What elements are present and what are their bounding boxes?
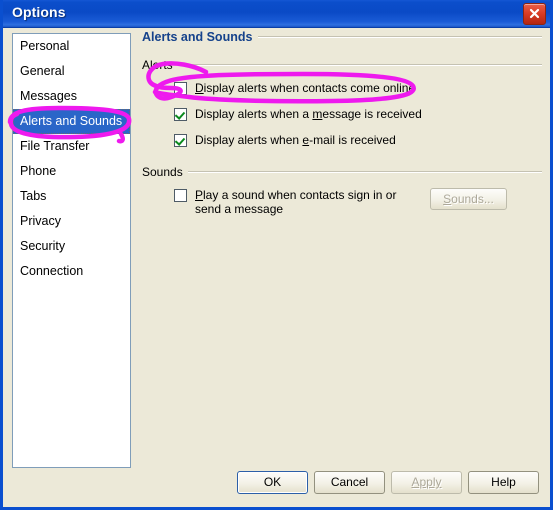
sidebar-item-label: Tabs: [20, 189, 47, 203]
sidebar-item-label: Privacy: [20, 214, 61, 228]
sidebar-item-messages[interactable]: Messages: [13, 84, 130, 109]
sidebar-item-security[interactable]: Security: [13, 234, 130, 259]
checkbox-label-message-received: Display alerts when a message is receive…: [195, 107, 422, 121]
checkbox-row-message-received[interactable]: Display alerts when a message is receive…: [174, 107, 542, 121]
sidebar-item-label: Messages: [20, 89, 77, 103]
sounds-group-header: Sounds: [142, 165, 542, 179]
sidebar-item-label: Security: [20, 239, 66, 253]
checkbox-label-play-sound: Play a sound when contacts sign in or se…: [195, 188, 397, 216]
sidebar-item-label: File Transfer: [20, 139, 90, 153]
checkbox-display-alerts-contacts-online[interactable]: [174, 82, 187, 95]
settings-pane: Alerts and Sounds Alerts Display alerts …: [142, 30, 542, 216]
sounds-group: Sounds Play a sound when contacts sign i…: [142, 165, 542, 216]
sidebar-item-connection[interactable]: Connection: [13, 259, 130, 284]
checkbox-label-contacts-online: Display alerts when contacts come online: [195, 81, 416, 95]
checkbox-display-alerts-email-received[interactable]: [174, 134, 187, 147]
sidebar-item-label: General: [20, 64, 65, 78]
sidebar-item-personal[interactable]: Personal: [13, 34, 130, 59]
dialog-footer: OK Cancel Apply Help: [3, 471, 550, 494]
alerts-group: Alerts Display alerts when contacts come…: [142, 58, 542, 147]
help-button[interactable]: Help: [468, 471, 539, 494]
sidebar-item-general[interactable]: General: [13, 59, 130, 84]
sidebar-item-file-transfer[interactable]: File Transfer: [13, 134, 130, 159]
title-bar: Options: [3, 0, 550, 28]
sounds-button[interactable]: Sounds...: [430, 188, 507, 210]
group-divider: [177, 64, 542, 66]
sidebar-item-privacy[interactable]: Privacy: [13, 209, 130, 234]
checkbox-row-email-received[interactable]: Display alerts when e-mail is received: [174, 133, 542, 147]
checkbox-row-contacts-online[interactable]: Display alerts when contacts come online: [174, 81, 542, 95]
sidebar-item-tabs[interactable]: Tabs: [13, 184, 130, 209]
sounds-group-label: Sounds: [142, 165, 183, 179]
group-divider: [187, 171, 542, 173]
ok-button[interactable]: OK: [237, 471, 308, 494]
checkbox-row-play-sound[interactable]: Play a sound when contacts sign in or se…: [174, 188, 425, 216]
window-title: Options: [12, 4, 66, 20]
options-dialog-window: Options Personal General Messages Alerts…: [0, 0, 553, 510]
sidebar-item-label: Personal: [20, 39, 70, 53]
page-title: Alerts and Sounds: [142, 30, 253, 44]
sidebar-item-alerts-and-sounds[interactable]: Alerts and Sounds: [13, 109, 130, 134]
sidebar-item-label: Alerts and Sounds: [20, 114, 123, 128]
alerts-group-label: Alerts: [142, 58, 173, 72]
sidebar-item-label: Phone: [20, 164, 57, 178]
sidebar-item-phone[interactable]: Phone: [13, 159, 130, 184]
pane-heading-row: Alerts and Sounds: [142, 30, 542, 44]
checkbox-label-email-received: Display alerts when e-mail is received: [195, 133, 396, 147]
checkbox-play-sound[interactable]: [174, 189, 187, 202]
category-list[interactable]: Personal General Messages Alerts and Sou…: [12, 33, 131, 468]
cancel-button[interactable]: Cancel: [314, 471, 385, 494]
alerts-group-body: Display alerts when contacts come online…: [142, 72, 542, 147]
sounds-group-body: Play a sound when contacts sign in or se…: [142, 179, 542, 216]
heading-divider: [258, 36, 542, 38]
checkbox-display-alerts-message-received[interactable]: [174, 108, 187, 121]
apply-button[interactable]: Apply: [391, 471, 462, 494]
close-icon[interactable]: [523, 3, 546, 25]
alerts-group-header: Alerts: [142, 58, 542, 72]
sidebar-item-label: Connection: [20, 264, 84, 278]
